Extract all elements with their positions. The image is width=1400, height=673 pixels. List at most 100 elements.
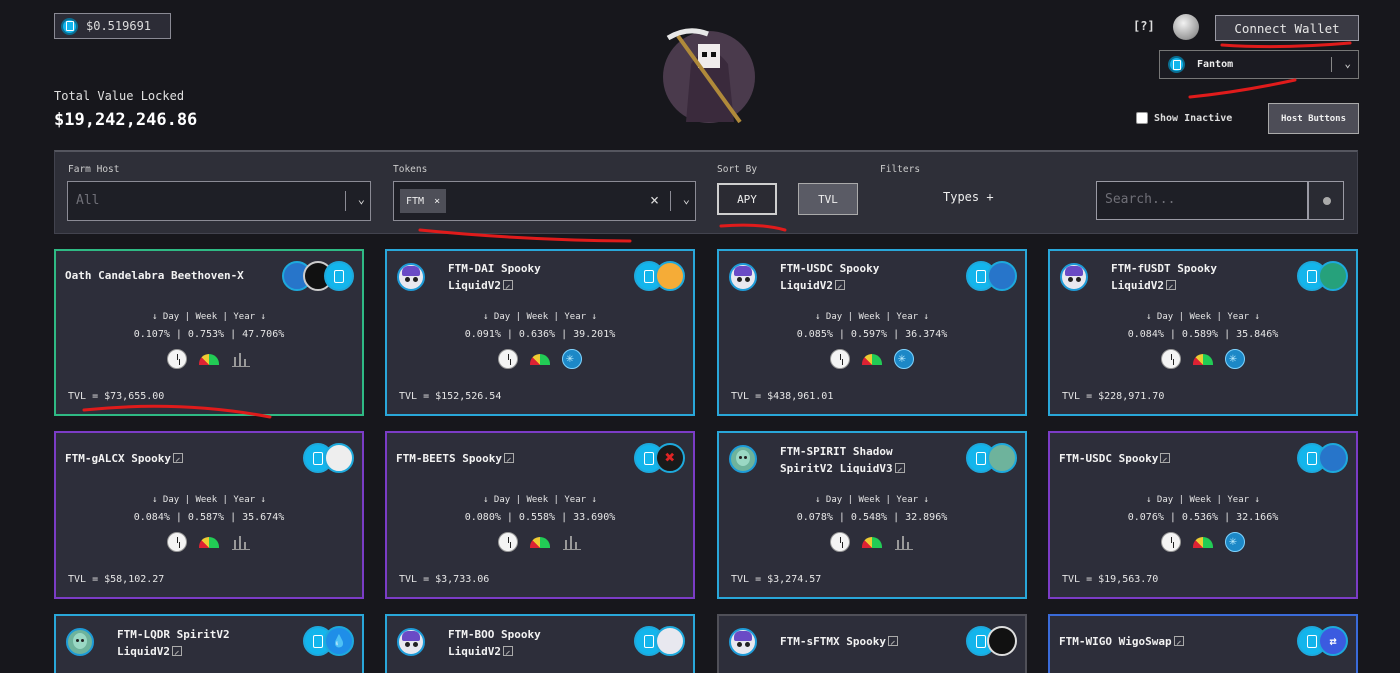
farm-card[interactable]: Oath Candelabra Beethoven-X ↓ Day | Week…	[54, 249, 364, 416]
snowflake-icon[interactable]	[562, 349, 582, 369]
external-link-icon[interactable]	[894, 463, 905, 473]
farm-card-title: FTM-sFTMX Spooky	[780, 633, 898, 650]
ftm-price-badge: $0.519691	[54, 13, 171, 39]
external-link-icon[interactable]	[171, 646, 182, 656]
farm-card[interactable]: FTM-USDC Spooky ↓ Day | Week | Year ↓ 0.…	[1048, 431, 1358, 599]
farm-card-title: FTM-DAI Spooky LiquidV2	[448, 262, 541, 292]
token-pair	[634, 626, 685, 656]
external-link-icon[interactable]	[1173, 636, 1184, 646]
types-filter-button[interactable]: Types +	[943, 190, 994, 204]
search-icon[interactable]	[1308, 181, 1344, 220]
farm-card[interactable]: FTM-LQDR SpiritV2 LiquidV2 💧	[54, 614, 364, 673]
bar-chart-icon[interactable]	[562, 532, 582, 552]
snowflake-icon[interactable]	[1225, 349, 1245, 369]
farm-card[interactable]: FTM-BEETS Spooky ✖ ↓ Day | Week | Year ↓…	[385, 431, 695, 599]
card-tvl: TVL = $228,971.70	[1062, 391, 1165, 402]
bar-chart-icon[interactable]	[231, 532, 251, 552]
external-link-icon[interactable]	[503, 453, 514, 463]
chevron-down-icon[interactable]: ⌄	[683, 192, 690, 206]
token-chip-remove-icon[interactable]: ×	[434, 196, 440, 207]
farm-card[interactable]: FTM-DAI Spooky LiquidV2 ↓ Day | Week | Ye…	[385, 249, 695, 416]
farm-card[interactable]: FTM-SPIRIT Shadow SpiritV2 LiquidV3 ↓ Day…	[717, 431, 1027, 599]
apy-header: ↓ Day | Week | Year ↓	[483, 495, 597, 505]
farm-card[interactable]: FTM-fUSDT Spooky LiquidV2 ↓ Day | Week | …	[1048, 249, 1358, 416]
card-tvl: TVL = $438,961.01	[731, 391, 834, 402]
gauge-icon[interactable]	[862, 537, 882, 548]
farm-card-title: FTM-LQDR SpiritV2 LiquidV2	[117, 628, 230, 658]
filter-bar: Farm Host All ⌄ Tokens FTM × × ⌄ Sort By…	[54, 150, 1358, 234]
select-separator	[1331, 57, 1332, 72]
clock-icon[interactable]	[167, 532, 187, 552]
galcx-token-icon	[324, 443, 354, 473]
usdc-token-icon	[1318, 443, 1348, 473]
ftm-price: $0.519691	[86, 19, 152, 33]
clock-icon[interactable]	[498, 532, 518, 552]
gauge-icon[interactable]	[530, 537, 550, 548]
gauge-icon[interactable]	[199, 354, 219, 365]
total-value-locked-value: $19,242,246.86	[54, 110, 198, 130]
chevron-down-icon[interactable]: ⌄	[358, 192, 365, 206]
help-link[interactable]: [?]	[1133, 19, 1155, 33]
farm-card[interactable]: FTM-sFTMX Spooky	[717, 614, 1027, 673]
clear-tokens-icon[interactable]: ×	[650, 191, 659, 209]
show-inactive-checkbox[interactable]	[1136, 112, 1148, 124]
moon-icon[interactable]	[1173, 14, 1199, 40]
bar-chart-icon[interactable]	[894, 532, 914, 552]
external-link-icon[interactable]	[1165, 280, 1176, 290]
spirit-host-avatar	[66, 628, 94, 656]
external-link-icon[interactable]	[502, 646, 513, 656]
clock-icon[interactable]	[1161, 532, 1181, 552]
clock-icon[interactable]	[830, 532, 850, 552]
apy-values: 0.078% | 0.548% | 32.896%	[796, 512, 948, 523]
apy-header: ↓ Day | Week | Year ↓	[483, 312, 597, 322]
farm-card[interactable]: FTM-USDC Spooky LiquidV2 ↓ Day | Week | Y…	[717, 249, 1027, 416]
external-link-icon[interactable]	[887, 636, 898, 646]
apy-header: ↓ Day | Week | Year ↓	[815, 495, 929, 505]
reaper-logo	[663, 28, 755, 124]
farm-card-title: FTM-BOO Spooky LiquidV2	[448, 628, 541, 658]
tokens-select[interactable]: FTM × × ⌄	[393, 181, 696, 221]
gauge-icon[interactable]	[1193, 354, 1213, 365]
external-link-icon[interactable]	[172, 453, 183, 463]
token-pair	[634, 261, 685, 291]
gauge-icon[interactable]	[199, 537, 219, 548]
clock-icon[interactable]	[498, 349, 518, 369]
farm-host-placeholder: All	[76, 193, 100, 208]
external-link-icon[interactable]	[502, 280, 513, 290]
farm-card[interactable]: FTM-BOO Spooky LiquidV2	[385, 614, 695, 673]
sort-by-label: Sort By	[717, 164, 758, 175]
apy-values: 0.085% | 0.597% | 36.374%	[796, 329, 948, 340]
token-chip-ftm: FTM ×	[400, 189, 447, 213]
ftm-icon	[1168, 56, 1185, 73]
clock-icon[interactable]	[1161, 349, 1181, 369]
gauge-icon[interactable]	[862, 354, 882, 365]
token-pair	[1297, 261, 1348, 291]
farm-card-title: FTM-USDC Spooky LiquidV2	[780, 262, 880, 292]
spooky-host-avatar	[397, 263, 425, 291]
snowflake-icon[interactable]	[894, 349, 914, 369]
gauge-icon[interactable]	[1193, 537, 1213, 548]
sort-apy-button[interactable]: APY	[717, 183, 777, 215]
external-link-icon[interactable]	[834, 280, 845, 290]
bar-chart-icon[interactable]	[231, 349, 251, 369]
external-link-icon[interactable]	[1160, 453, 1171, 463]
farm-card[interactable]: FTM-WIGO WigoSwap ⇄	[1048, 614, 1358, 673]
snowflake-icon[interactable]	[1225, 532, 1245, 552]
card-tvl: TVL = $3,733.06	[399, 574, 490, 585]
network-select[interactable]: Fantom ⌄	[1159, 50, 1359, 79]
host-buttons-button[interactable]: Host Buttons	[1268, 103, 1359, 134]
farm-host-select[interactable]: All ⌄	[67, 181, 371, 221]
tokens-label: Tokens	[393, 164, 428, 175]
clock-icon[interactable]	[830, 349, 850, 369]
usdc-token-icon	[987, 261, 1017, 291]
clock-icon[interactable]	[167, 349, 187, 369]
connect-wallet-button[interactable]: Connect Wallet	[1215, 15, 1359, 41]
farm-card[interactable]: FTM-gALCX Spooky ↓ Day | Week | Year ↓ 0…	[54, 431, 364, 599]
search-input[interactable]: Search...	[1096, 181, 1308, 220]
token-pair	[303, 443, 354, 473]
spooky-host-avatar	[397, 628, 425, 656]
sort-tvl-button[interactable]: TVL	[798, 183, 858, 215]
show-inactive-toggle[interactable]: Show Inactive	[1136, 112, 1232, 124]
farm-card-title: FTM-fUSDT Spooky LiquidV2	[1111, 262, 1217, 292]
gauge-icon[interactable]	[530, 354, 550, 365]
